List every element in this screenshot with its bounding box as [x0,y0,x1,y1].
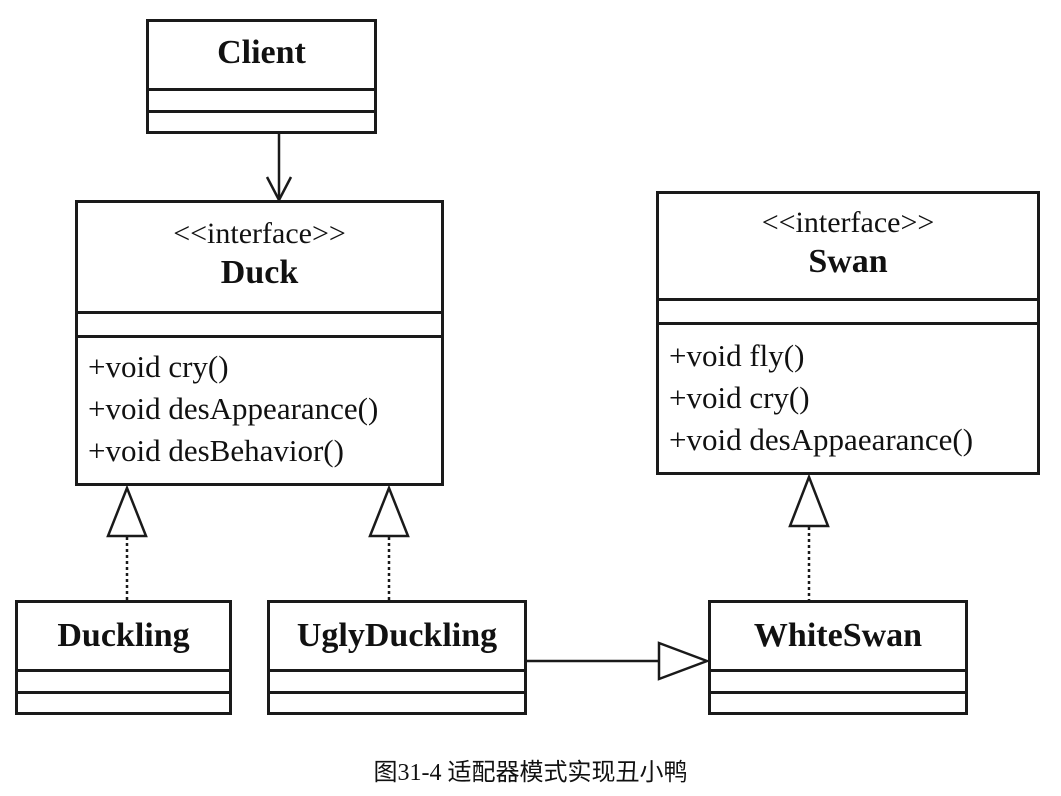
generalization-ugly-duckling-white-swan [527,641,711,681]
realization-ugly-duckling-duck [368,484,410,600]
association-client-duck [265,134,293,203]
realization-white-swan-swan [788,473,830,600]
realization-duckling-duck [106,484,148,600]
relationship-connectors [106,134,830,681]
figure-caption: 图31-4 适配器模式实现丑小鸭 [373,760,688,786]
